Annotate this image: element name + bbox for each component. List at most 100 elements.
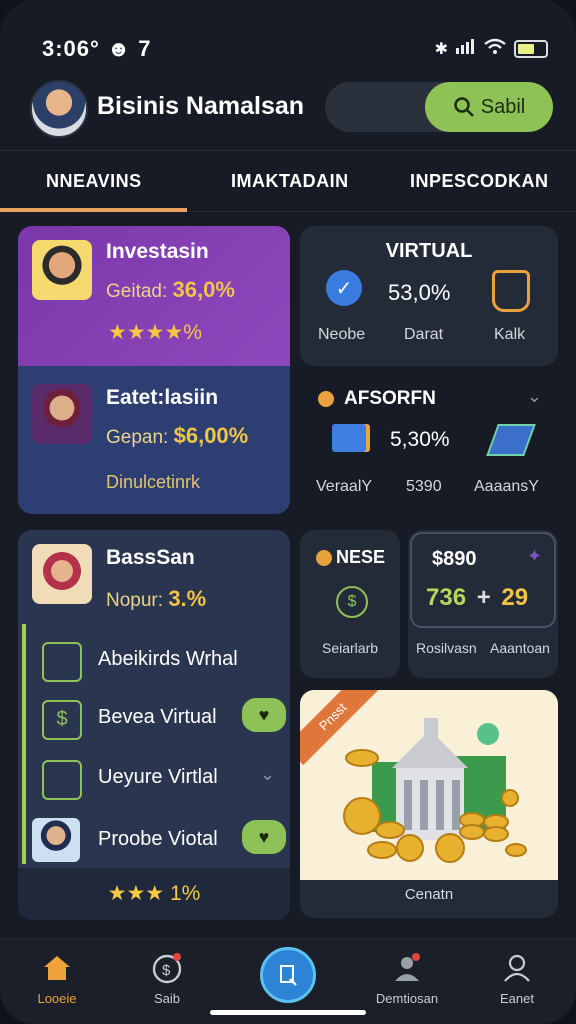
virtual-value: 53,0% — [388, 280, 451, 305]
tab-2[interactable]: IMAKTADAIN — [231, 171, 349, 192]
active-tab-indicator — [0, 208, 187, 212]
nav-account[interactable]: Eanet — [462, 951, 572, 1006]
price-footer-b: Aaantoan — [490, 640, 550, 656]
status-bar: 3:06° ☻ 7 ✱ — [0, 30, 576, 70]
price-card[interactable]: $890 ✦ 736 + 29 Rosilvasn Aaantoan — [408, 530, 558, 678]
afsoren-label-2: 5390 — [406, 478, 442, 495]
home-indicator — [210, 1010, 366, 1015]
shield-icon — [492, 270, 530, 312]
dollar-circle-icon: $ — [336, 586, 368, 618]
person-avatar — [32, 818, 80, 862]
nav-home-label: Looeie — [37, 991, 77, 1006]
coin-icon — [318, 391, 334, 407]
price-footer-a: Rosilvasn — [416, 640, 477, 656]
price-stat-b: 29 — [501, 584, 529, 611]
chevron-down-icon[interactable]: ⌄ — [260, 764, 275, 785]
investment-label: Geitad: — [106, 281, 168, 302]
nav-stats[interactable]: $ Saib — [112, 951, 222, 1006]
bassan-stat: Nopur: 3.% — [106, 586, 206, 612]
search-button-label: Sabil — [480, 95, 526, 118]
heart-button[interactable]: ♥ — [242, 698, 286, 732]
virtual-title: VIRTUAL — [385, 240, 473, 262]
price-value: $890 — [432, 548, 477, 570]
business-name: Bisinis Namalsan — [97, 92, 305, 120]
list-item-3[interactable]: Ueyure Virtlal ⌄ — [42, 756, 290, 804]
nav-account-label: Eanet — [500, 991, 534, 1006]
bluetooth-icon: ✱ — [434, 40, 448, 58]
account-icon — [500, 951, 534, 985]
svg-text:$: $ — [162, 962, 171, 979]
banner-card[interactable]: Pnsst Cenatn — [300, 690, 558, 918]
afsoren-value: 5,30% — [390, 428, 450, 451]
estate-title: Eatet:lasiin — [106, 386, 219, 409]
estate-avatar — [32, 384, 92, 444]
timeline-bar — [22, 624, 26, 864]
virtual-label-1: Neobe — [318, 326, 366, 343]
afsoren-label-1: VeraalY — [316, 478, 373, 495]
center-action-button[interactable] — [260, 947, 316, 1003]
sparkle-icon: ✦ — [526, 546, 542, 566]
investment-rating: ★★★★% — [108, 321, 202, 344]
bank-icon — [42, 642, 82, 682]
tab-bar: NNEAVINS IMAKTADAIN INPESCODKAN — [0, 150, 576, 212]
virtual-card[interactable]: VIRTUAL ✓ 53,0% Neobe Darat Kalk — [300, 226, 558, 366]
search-field[interactable]: Sabil — [325, 82, 553, 132]
estate-footer: Dinulcetinrk — [106, 472, 201, 492]
chevron-down-icon[interactable]: ⌄ — [527, 386, 542, 407]
heart-button[interactable]: ♥ — [242, 820, 286, 854]
clock-dollar-icon: $ — [150, 951, 184, 985]
estate-stat: Gepan: $6,00% — [106, 423, 248, 449]
afsoren-label-3: AaaansY — [474, 478, 539, 495]
list-item-2-label: Bevea Virtual — [98, 706, 217, 728]
investment-value: 36,0% — [172, 277, 235, 302]
investment-stat: Geitad: 36,0% — [106, 277, 235, 303]
estate-value: $6,00% — [173, 423, 249, 448]
nav-center[interactable] — [233, 947, 343, 1003]
search-icon — [454, 97, 474, 117]
list-item-1-label: Abeikirds Wrhal — [98, 648, 238, 670]
nav-home[interactable]: Looeie — [2, 951, 112, 1006]
bassan-footer: ★★★ 1% — [18, 868, 290, 920]
bassan-rating: ★★★ 1% — [107, 882, 201, 905]
price-plus: + — [476, 584, 491, 611]
tab-3[interactable]: INPESCODKAN — [410, 171, 549, 192]
wifi-icon — [484, 38, 506, 59]
nese-card[interactable]: NESE $ Seiarlarb — [300, 530, 400, 678]
wallet-icon — [42, 760, 82, 800]
profile-avatar[interactable] — [30, 80, 88, 138]
signal-icon — [456, 38, 476, 59]
coin-icon — [316, 550, 332, 566]
status-icons: ✱ — [435, 38, 548, 59]
list-item-2[interactable]: $ Bevea Virtual ♥ — [42, 696, 290, 744]
virtual-label-3: Kalk — [494, 326, 526, 343]
phone-frame: 3:06° ☻ 7 ✱ Bisinis Namalsan Sabil NNEAV… — [0, 0, 576, 1024]
list-item-3-label: Ueyure Virtlal — [98, 766, 218, 788]
virtual-label-2: Darat — [404, 326, 444, 343]
tab-1[interactable]: NNEAVINS — [46, 171, 142, 192]
check-icon: ✓ — [326, 270, 362, 306]
bassan-card[interactable]: BassSan Nopur: 3.% Abeikirds Wrhal $ Bev… — [18, 530, 290, 920]
bassan-label: Nopur: — [106, 590, 164, 611]
price-stats: 736 + 29 — [426, 584, 528, 612]
list-item-4[interactable]: Proobe Viotal ♥ — [32, 818, 290, 868]
search-button[interactable]: Sabil — [425, 82, 553, 132]
nav-profile[interactable]: Demtiosan — [352, 951, 462, 1006]
dollar-icon: $ — [42, 700, 82, 740]
search-document-icon — [280, 965, 297, 986]
afsoren-title: AFSORFN — [344, 388, 436, 409]
estate-label: Gepan: — [106, 427, 169, 448]
afsoren-card[interactable]: AFSORFN ⌄ 5,30% VeraalY 5390 AaaansY — [300, 376, 558, 512]
home-icon — [40, 951, 74, 985]
banner-image: Pnsst — [300, 690, 558, 880]
list-item-4-label: Proobe Viotal — [98, 828, 218, 850]
user-icon — [390, 951, 424, 985]
folder-icon — [332, 424, 366, 452]
banner-caption: Cenatn — [404, 886, 454, 903]
bassan-avatar — [32, 544, 92, 604]
battery-icon — [514, 39, 548, 58]
bassan-title: BassSan — [106, 546, 195, 569]
investment-card[interactable]: Investasin Geitad: 36,0% ★★★★% Eatet:las… — [18, 226, 290, 514]
list-item-1[interactable]: Abeikirds Wrhal — [42, 638, 282, 686]
stack-icon — [486, 424, 536, 456]
nav-stats-label: Saib — [153, 991, 181, 1006]
